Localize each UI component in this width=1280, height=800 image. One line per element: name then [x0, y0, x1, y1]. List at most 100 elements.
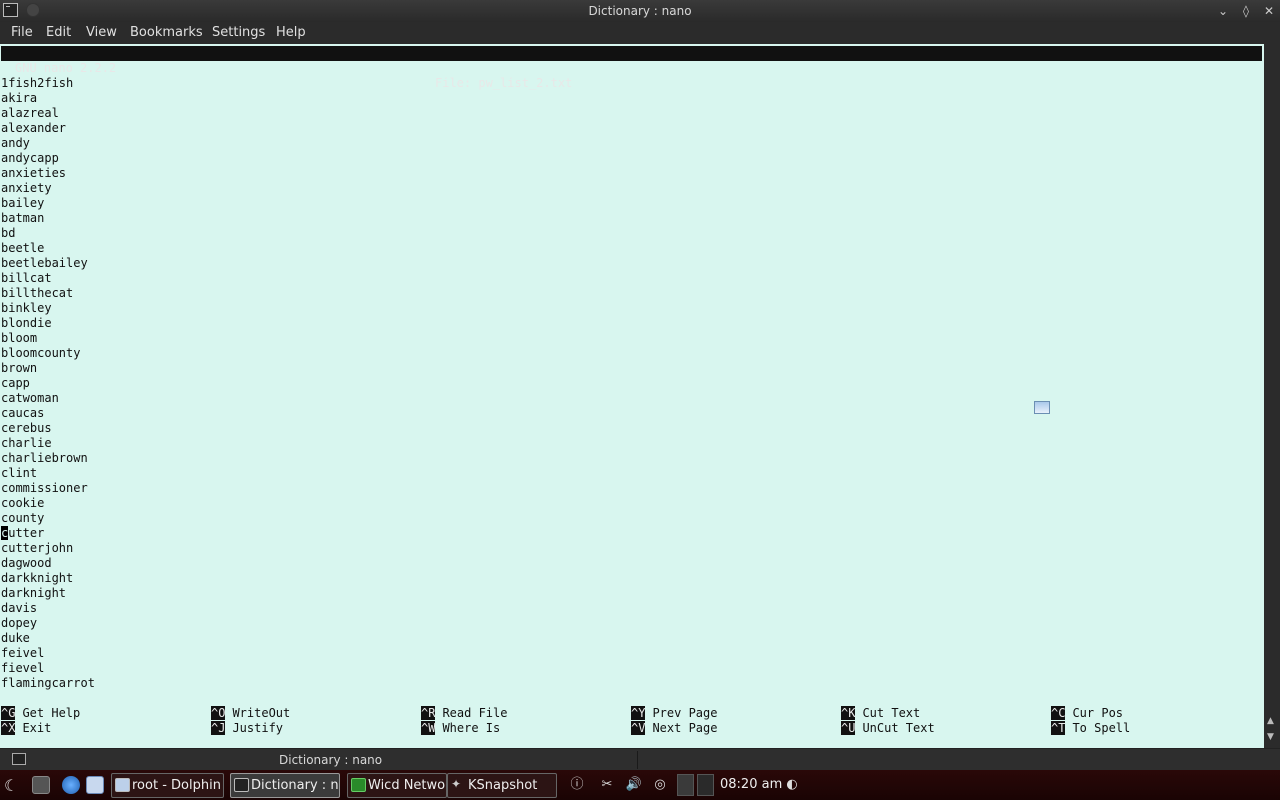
shortcut-label: UnCut Text: [862, 721, 935, 735]
clock[interactable]: 08:20 am: [720, 777, 782, 792]
shortcut-key: ^K: [841, 706, 856, 720]
shortcut-to-spell[interactable]: ^T To Spell: [1051, 721, 1130, 736]
close-button[interactable]: ✕: [1260, 2, 1278, 20]
shortcut-key: ^C: [1051, 706, 1066, 720]
text-line: blondie: [1, 316, 52, 330]
text-line: caucas: [1, 406, 45, 420]
nano-header: GNU nano 2.2.2 File: pw_list_2.txt: [1, 46, 1262, 90]
terminal-launcher-icon[interactable]: [32, 776, 50, 794]
text-line: charlie: [1, 436, 52, 450]
shortcut-writeout[interactable]: ^O WriteOut: [211, 706, 290, 721]
text-line: cutterjohn: [1, 541, 74, 555]
shortcut-label: Exit: [22, 721, 52, 735]
text-line: bd: [1, 226, 16, 240]
lock-logout-icon[interactable]: ◐: [782, 775, 802, 795]
task-label: root - Dolphin: [132, 778, 221, 793]
volume-icon[interactable]: 🔊: [624, 775, 644, 795]
shortcut-key: ^T: [1051, 721, 1066, 735]
text-line: davis: [1, 601, 38, 615]
scroll-up-icon[interactable]: ▲: [1267, 716, 1274, 726]
menu-help[interactable]: Help: [276, 25, 306, 40]
shortcut-justify[interactable]: ^J Justify: [211, 721, 283, 736]
text-line-cursor: cutter: [1, 526, 44, 541]
text-line: billthecat: [1, 286, 74, 300]
tab-dictionary-nano[interactable]: Dictionary : nano: [279, 753, 382, 767]
menu-bar: File Edit View Bookmarks Settings Help: [0, 22, 1280, 44]
terminal-scrollbar[interactable]: ▲ ▼: [1264, 44, 1280, 748]
menu-settings[interactable]: Settings: [212, 25, 265, 40]
text-line: binkley: [1, 301, 52, 315]
text-line: bailey: [1, 196, 45, 210]
desktop-pager-1[interactable]: [677, 774, 694, 796]
browser-launcher-icon[interactable]: [62, 776, 80, 794]
nano-file-name: File: pw_list_2.txt: [435, 76, 573, 90]
kde-menu-icon[interactable]: ☾: [4, 776, 26, 796]
text-line: dopey: [1, 616, 38, 630]
shortcut-read-file[interactable]: ^R Read File: [421, 706, 507, 721]
floating-window-icon[interactable]: [1034, 401, 1050, 414]
taskbar-panel: ☾ root - Dolphin Dictionary : nano Wicd …: [0, 770, 1280, 800]
shortcut-key: ^X: [1, 721, 16, 735]
menu-view[interactable]: View: [86, 25, 117, 40]
text-line: andycapp: [1, 151, 59, 165]
text-line: darkknight: [1, 571, 74, 585]
text-line: charliebrown: [1, 451, 88, 465]
shortcut-key: ^W: [421, 721, 436, 735]
text-line: catwoman: [1, 391, 59, 405]
network-status-icon[interactable]: ◎: [650, 775, 670, 795]
terminal-tab-bar: Dictionary : nano: [0, 748, 1280, 770]
shortcut-label: Get Help: [22, 706, 81, 720]
task-label: Wicd Network: [368, 778, 446, 793]
text-line: dagwood: [1, 556, 52, 570]
text-line: cookie: [1, 496, 45, 510]
shortcut-key: ^V: [631, 721, 646, 735]
menu-edit[interactable]: Edit: [46, 25, 71, 40]
text-line: flamingcarrot: [1, 676, 95, 690]
task-wicd-network[interactable]: Wicd Network: [347, 773, 447, 798]
new-tab-icon[interactable]: [12, 753, 26, 765]
terminal-area[interactable]: GNU nano 2.2.2 File: pw_list_2.txt 1fish…: [0, 44, 1264, 748]
shortcut-exit[interactable]: ^X Exit: [1, 721, 51, 736]
shortcut-key: ^R: [421, 706, 436, 720]
cursor-line-rest: utter: [8, 526, 45, 540]
task-dictionary-nano[interactable]: Dictionary : nano: [230, 773, 340, 798]
text-line: darknight: [1, 586, 67, 600]
task-dolphin[interactable]: root - Dolphin: [111, 773, 224, 798]
maximize-button[interactable]: ◊: [1237, 2, 1255, 20]
info-icon[interactable]: ⓘ: [567, 775, 587, 795]
shortcut-next-page[interactable]: ^V Next Page: [631, 721, 717, 736]
terminal-icon: [234, 778, 249, 792]
klipper-scissors-icon[interactable]: ✂: [597, 775, 617, 795]
nano-version: GNU nano 2.2.2: [15, 61, 117, 75]
text-line: capp: [1, 376, 30, 390]
shortcut-label: Next Page: [652, 721, 718, 735]
text-line: brown: [1, 361, 38, 375]
shortcut-cut-text[interactable]: ^K Cut Text: [841, 706, 920, 721]
text-line: county: [1, 511, 45, 525]
text-line: clint: [1, 466, 38, 480]
shortcut-key: ^U: [841, 721, 856, 735]
text-line: cerebus: [1, 421, 52, 435]
shortcut-label: Cur Pos: [1072, 706, 1124, 720]
shortcut-cur-pos[interactable]: ^C Cur Pos: [1051, 706, 1123, 721]
text-line: akira: [1, 91, 38, 105]
shortcut-where-is[interactable]: ^W Where Is: [421, 721, 500, 736]
shortcut-key: ^G: [1, 706, 16, 720]
text-line: andy: [1, 136, 30, 150]
shortcut-key: ^O: [211, 706, 226, 720]
menu-bookmarks[interactable]: Bookmarks: [130, 25, 203, 40]
task-ksnapshot[interactable]: ✦ KSnapshot: [447, 773, 557, 798]
text-line: feivel: [1, 646, 45, 660]
ksnapshot-icon: ✦: [451, 777, 462, 791]
minimize-button[interactable]: ⌄: [1214, 2, 1232, 20]
text-line: beetle: [1, 241, 45, 255]
scroll-down-icon[interactable]: ▼: [1267, 732, 1274, 742]
menu-file[interactable]: File: [11, 25, 33, 40]
text-line: alazreal: [1, 106, 59, 120]
shortcut-prev-page[interactable]: ^Y Prev Page: [631, 706, 717, 721]
shortcut-get-help[interactable]: ^G Get Help: [1, 706, 80, 721]
desktop-pager-2[interactable]: [697, 774, 714, 796]
shortcut-uncut-text[interactable]: ^U UnCut Text: [841, 721, 935, 736]
shortcut-label: To Spell: [1072, 721, 1131, 735]
file-manager-launcher-icon[interactable]: [86, 776, 104, 794]
